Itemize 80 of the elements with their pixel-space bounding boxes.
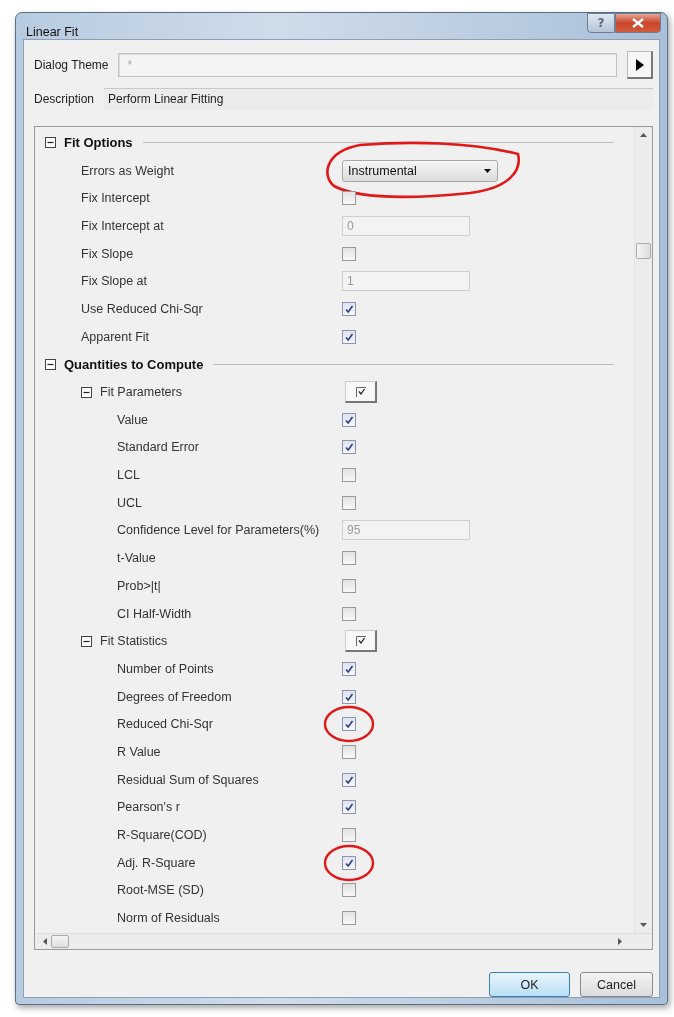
option-label: Confidence Level for Parameters(%) — [117, 523, 320, 538]
window-title: Linear Fit — [26, 25, 79, 39]
option-label: Number of Points — [117, 661, 214, 676]
collapse-icon[interactable] — [81, 635, 92, 647]
collapse-icon[interactable] — [45, 137, 56, 149]
scroll-thumb[interactable] — [636, 243, 651, 259]
option-label: Value — [117, 412, 149, 427]
checkbox[interactable] — [342, 606, 356, 621]
scroll-thumb[interactable] — [51, 935, 69, 948]
checkmark-icon — [355, 386, 366, 397]
select-all-button[interactable] — [345, 381, 377, 404]
horizontal-scrollbar[interactable] — [35, 933, 652, 949]
option-label: Errors as Weight — [81, 163, 174, 178]
checkbox[interactable] — [342, 495, 356, 510]
option-label: Norm of Residuals — [117, 911, 220, 926]
checkbox[interactable] — [342, 468, 356, 483]
option-label: Use Reduced Chi-Sqr — [81, 301, 203, 316]
checkbox[interactable] — [342, 772, 356, 787]
group-header: Fit Statistics — [100, 634, 168, 649]
help-button[interactable]: ? — [587, 13, 615, 33]
option-label: UCL — [117, 495, 142, 510]
play-icon — [635, 58, 644, 71]
scroll-down-icon — [640, 923, 647, 927]
option-label: Fix Slope at — [81, 274, 147, 289]
dropdown-field[interactable]: Instrumental — [342, 159, 498, 182]
checkbox[interactable] — [342, 855, 356, 870]
checkbox[interactable] — [342, 911, 356, 926]
checkbox[interactable] — [342, 800, 356, 815]
option-label: Fix Slope — [81, 246, 134, 261]
theme-field[interactable]: * — [118, 53, 617, 77]
scroll-up-icon — [640, 133, 647, 137]
scroll-right-icon — [618, 938, 622, 945]
checkbox[interactable] — [342, 301, 356, 316]
option-label: Reduced Chi-Sqr — [117, 717, 213, 732]
field-label: Dialog Theme — [34, 58, 109, 72]
caret-icon — [484, 168, 491, 173]
option-label: Root-MSE (SD) — [117, 883, 204, 898]
option-label: t-Value — [117, 551, 156, 566]
option-label: CI Half-Width — [117, 606, 192, 621]
checkbox[interactable] — [342, 744, 356, 759]
option-label: R-Square(COD) — [117, 828, 207, 843]
checkmark-icon — [355, 635, 366, 646]
option-label: Fix Intercept — [81, 191, 150, 206]
field-label: Description — [34, 92, 95, 106]
checkbox[interactable] — [342, 191, 356, 206]
close-button[interactable] — [615, 13, 661, 33]
dialog-button[interactable]: OK — [489, 972, 570, 997]
option-label: Degrees of Freedom — [117, 689, 232, 704]
option-label: Residual Sum of Squares — [117, 772, 259, 787]
checkbox[interactable] — [342, 883, 356, 898]
checkbox[interactable] — [342, 661, 356, 676]
checkbox[interactable] — [342, 551, 356, 566]
section-header: Quantities to Compute — [64, 356, 204, 372]
checkbox[interactable] — [342, 246, 356, 261]
option-label: Prob>|t| — [117, 578, 161, 593]
checkbox[interactable] — [342, 578, 356, 593]
option-label: Standard Error — [117, 440, 199, 455]
option-label: R Value — [117, 744, 161, 759]
option-label: Adj. R-Square — [117, 855, 196, 870]
option-label: Fix Intercept at — [81, 218, 164, 233]
option-label: Pearson's r — [117, 800, 180, 815]
select-all-button[interactable] — [345, 630, 377, 653]
section-header: Fit Options — [64, 135, 133, 151]
description-field: Perform Linear Fitting — [104, 88, 653, 110]
checkbox[interactable] — [342, 689, 356, 704]
option-label: LCL — [117, 468, 140, 483]
option-label: Apparent Fit — [81, 329, 150, 344]
scroll-left-icon — [43, 938, 47, 945]
vertical-scrollbar[interactable] — [634, 127, 652, 933]
close-icon — [632, 18, 644, 28]
checkbox[interactable] — [342, 440, 356, 455]
dialog-button[interactable]: Cancel — [580, 972, 653, 997]
checkbox[interactable] — [342, 717, 356, 732]
collapse-icon[interactable] — [81, 386, 92, 398]
collapse-icon[interactable] — [45, 358, 56, 370]
checkbox[interactable] — [342, 828, 356, 843]
group-header: Fit Parameters — [100, 385, 182, 400]
checkbox[interactable] — [342, 412, 356, 427]
theme-menu-button[interactable] — [627, 51, 653, 79]
checkbox[interactable] — [342, 329, 356, 344]
